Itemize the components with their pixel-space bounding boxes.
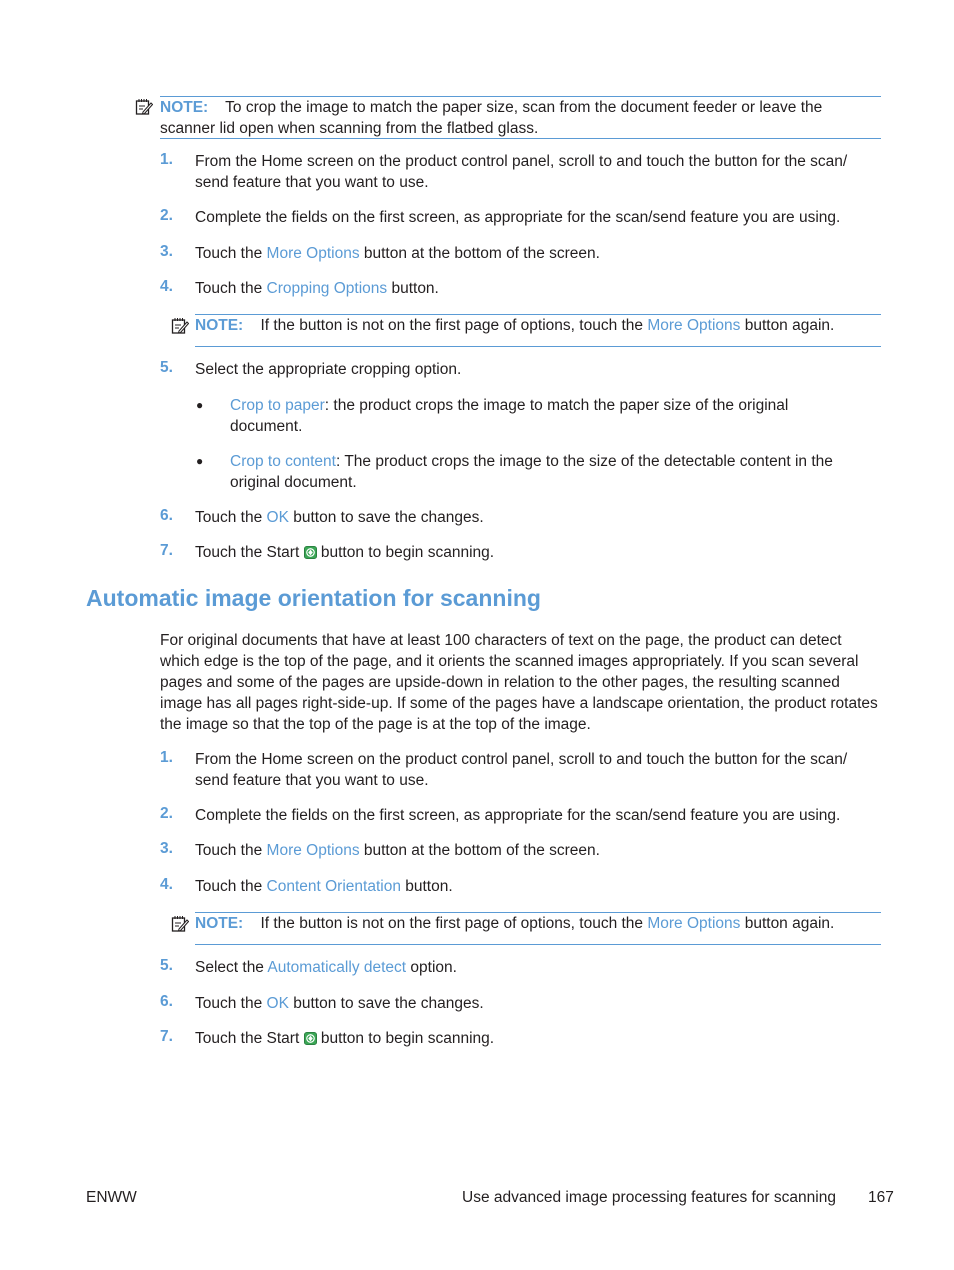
note-text-post: button again. [740,317,835,334]
bullet-text: Crop to content: The product crops the i… [230,451,850,493]
step-text-post: button to begin scanning. [316,544,495,561]
step-number: 1. [160,151,173,168]
cropping-options-link[interactable]: Cropping Options [267,280,388,297]
note-label: NOTE: [195,317,244,334]
step-text: Touch the More Options button at the bot… [195,840,600,861]
note-label: NOTE: [195,915,244,932]
step-number: 5. [160,957,173,974]
step-text: Touch the Cropping Options button. [195,278,439,299]
content-orientation-link[interactable]: Content Orientation [267,878,401,895]
step-text: Touch the OK button to save the changes. [195,993,484,1014]
step-text: Complete the fields on the first screen,… [195,209,841,226]
more-options-link[interactable]: More Options [647,915,740,932]
step-text-pre: Touch the [195,842,267,859]
section-paragraph: For original documents that have at leas… [160,632,878,733]
ok-link[interactable]: OK [267,995,289,1012]
step-number: 1. [160,749,173,766]
step-text-post: option. [406,959,457,976]
step-text-pre: Touch the Start [195,544,304,561]
footer-section-title: Use advanced image processing features f… [462,1189,836,1206]
step-text-pre: Touch the [195,995,267,1012]
note-text-post: button again. [740,915,835,932]
step-text-post: button to save the changes. [288,509,484,526]
step-text-pre: Touch the [195,245,267,262]
section-heading: Automatic image orientation for scanning [86,585,541,611]
step-number: 3. [160,243,173,260]
note-icon [171,318,189,334]
note-label: NOTE: [160,99,209,116]
more-options-link[interactable]: More Options [647,317,740,334]
step-text: Touch the More Options button at the bot… [195,243,600,264]
step-text-post: button to save the changes. [288,995,484,1012]
step-text: Complete the fields on the first screen,… [195,807,841,824]
step-text-pre: Touch the [195,878,267,895]
step-text: Select the Automatically detect option. [195,957,457,978]
start-button-icon [303,1032,317,1045]
step-text: Touch the Content Orientation button. [195,876,453,897]
step-number: 4. [160,278,173,295]
step-text-post: button at the bottom of the screen. [359,245,600,262]
step-text-post: button. [400,878,453,895]
bullet-text: Crop to paper: the product crops the ima… [230,395,850,437]
more-options-link[interactable]: More Options [267,842,360,859]
step-text-post: button to begin scanning. [316,1030,495,1047]
footer-left: ENWW [86,1189,137,1206]
step-text: From the Home screen on the product cont… [195,751,848,789]
more-options-link[interactable]: More Options [267,245,360,262]
page-number: 167 [868,1189,894,1206]
step-text-pre: Touch the [195,509,267,526]
note-text-pre: If the button is not on the first page o… [260,915,648,932]
note-box: NOTE: If the button is not on the first … [195,912,881,945]
step-number: 6. [160,507,173,524]
note-box: NOTE: If the button is not on the first … [195,314,881,347]
step-text: Touch the Start button to begin scanning… [195,542,494,563]
note-icon [135,99,153,115]
step-number: 4. [160,876,173,893]
step-text: Touch the OK button to save the changes. [195,507,484,528]
crop-to-content-link[interactable]: Crop to content [230,453,336,470]
step-number: 2. [160,207,173,224]
step-number: 3. [160,840,173,857]
note-text-pre: If the button is not on the first page o… [260,317,648,334]
bullet-icon: ● [196,398,204,412]
step-text: Select the appropriate cropping option. [195,361,462,378]
step-number: 2. [160,805,173,822]
automatically-detect-link[interactable]: Automatically detect [267,959,406,976]
note-icon [171,916,189,932]
step-number: 5. [160,359,173,376]
step-text: Touch the Start button to begin scanning… [195,1028,494,1049]
step-text-post: button at the bottom of the screen. [359,842,600,859]
step-text-pre: Touch the Start [195,1030,304,1047]
step-number: 7. [160,542,173,559]
ok-link[interactable]: OK [267,509,289,526]
step-number: 7. [160,1028,173,1045]
step-text-pre: Touch the [195,280,267,297]
step-number: 6. [160,993,173,1010]
crop-to-paper-link[interactable]: Crop to paper [230,397,325,414]
step-text-pre: Select the [195,959,268,976]
start-button-icon [303,546,317,559]
bullet-icon: ● [196,454,204,468]
step-text: From the Home screen on the product cont… [195,153,848,191]
step-text-post: button. [387,280,439,297]
note-box: NOTE: To crop the image to match the pap… [160,96,881,139]
note-text: To crop the image to match the paper siz… [160,99,823,137]
